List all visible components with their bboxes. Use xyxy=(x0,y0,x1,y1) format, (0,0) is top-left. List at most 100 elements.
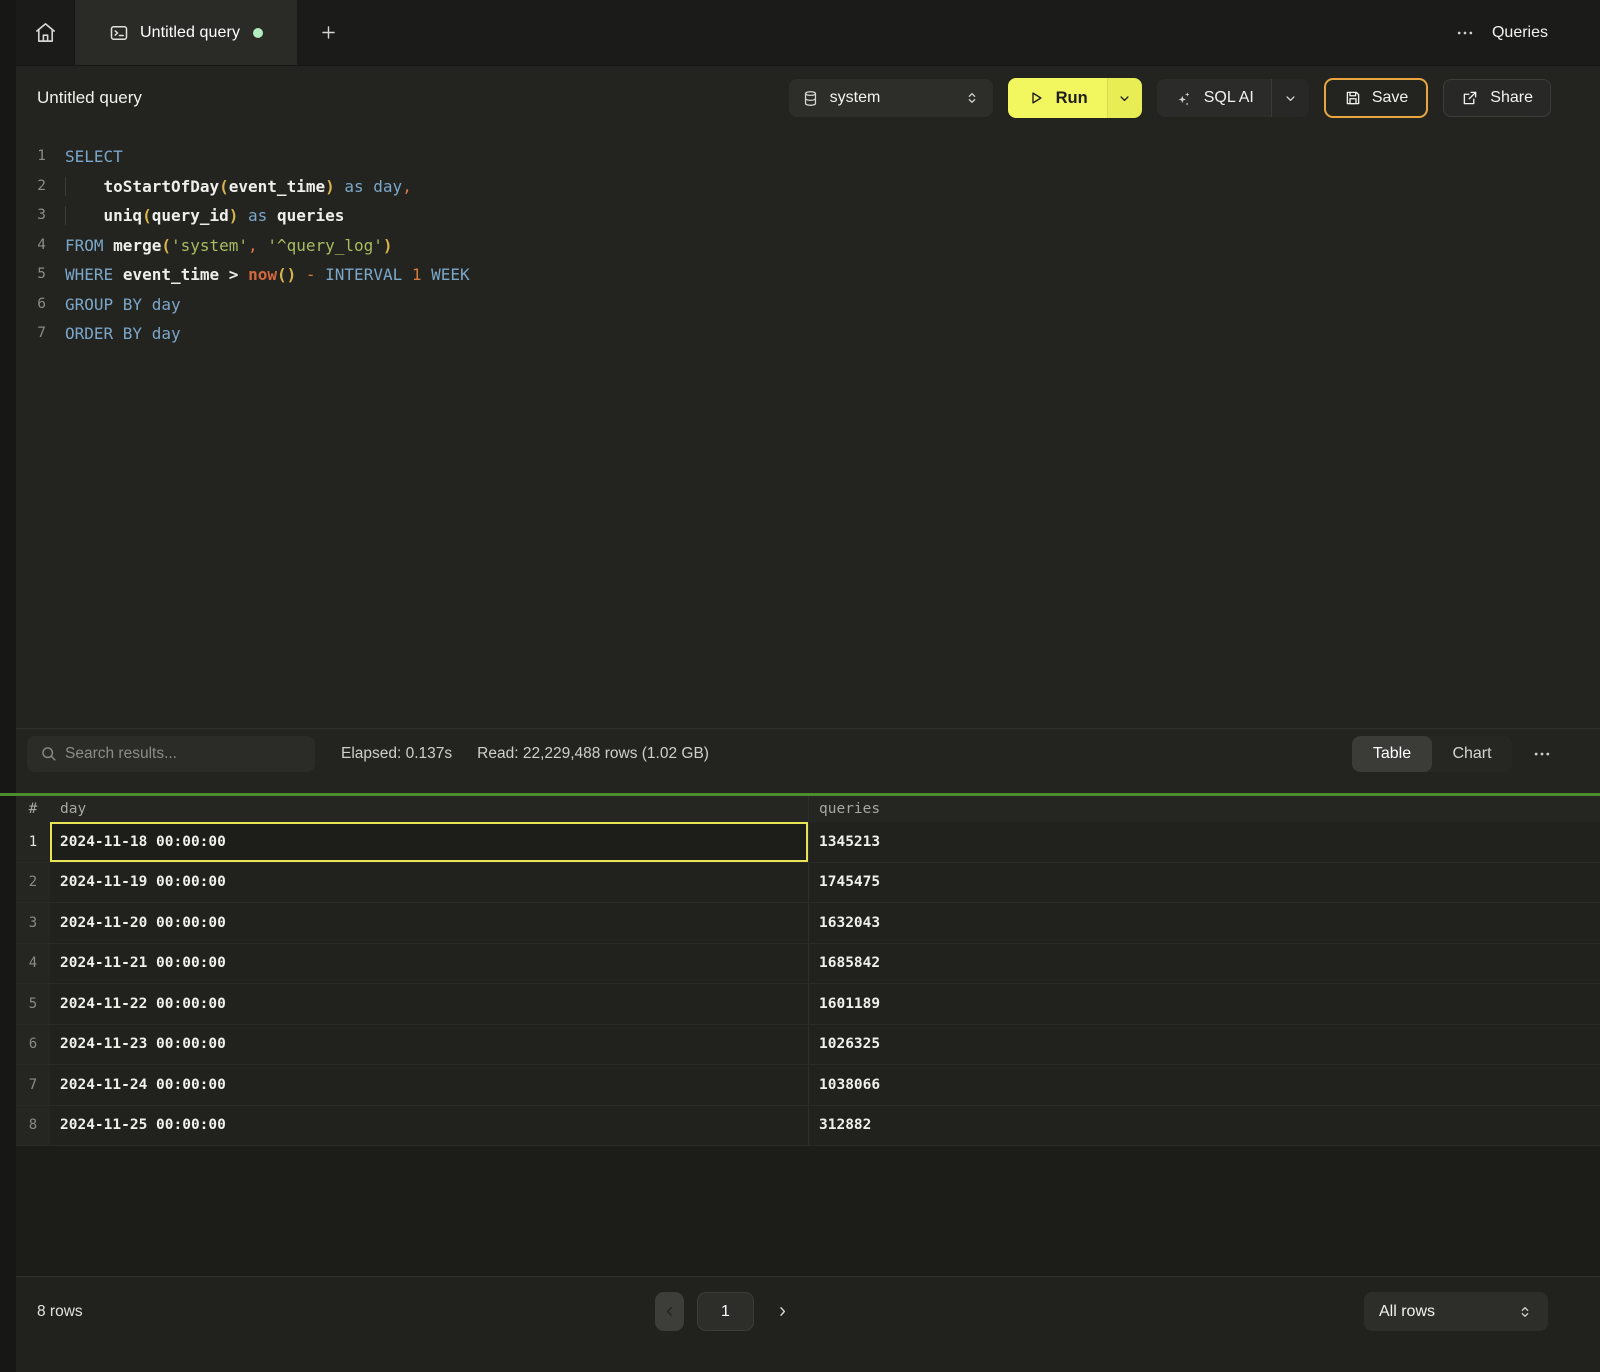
sql-ai-button-group: SQL AI xyxy=(1157,79,1309,117)
code-text: GROUP BY day xyxy=(65,290,181,320)
table-row: 32024-11-20 00:00:001632043 xyxy=(16,903,1600,944)
query-header: Untitled query system Run xyxy=(16,66,1600,130)
line-number: 6 xyxy=(16,290,46,320)
elapsed-time: Elapsed: 0.137s xyxy=(341,745,452,763)
cell-queries[interactable]: 312882 xyxy=(808,1106,1600,1146)
row-number: 4 xyxy=(16,944,50,984)
database-selector-value: system xyxy=(830,89,881,107)
results-footer: 8 rows 1 All rows xyxy=(16,1276,1600,1372)
table-row: 52024-11-22 00:00:001601189 xyxy=(16,984,1600,1025)
tab-untitled-query[interactable]: Untitled query xyxy=(75,0,297,65)
cell-day[interactable]: 2024-11-18 00:00:00 xyxy=(50,822,808,862)
chevron-right-icon xyxy=(775,1304,790,1319)
plus-icon xyxy=(319,23,338,42)
previous-page-button[interactable] xyxy=(655,1292,684,1331)
sql-editor[interactable]: 1SELECT2 toStartOfDay(event_time) as day… xyxy=(16,130,1600,728)
tab-table-view[interactable]: Table xyxy=(1352,736,1432,772)
code-line[interactable]: 4FROM merge('system', '^query_log') xyxy=(16,231,1600,261)
search-results-input[interactable] xyxy=(27,736,315,772)
chevron-down-icon xyxy=(1283,91,1298,106)
cell-day[interactable]: 2024-11-20 00:00:00 xyxy=(50,903,808,943)
results-table-header: # day queries xyxy=(16,796,1600,822)
more-menu-icon[interactable] xyxy=(1455,23,1475,43)
line-number: 5 xyxy=(16,260,46,290)
search-icon xyxy=(39,744,58,763)
new-tab-button[interactable] xyxy=(297,0,359,65)
cell-day[interactable]: 2024-11-19 00:00:00 xyxy=(50,863,808,903)
cell-queries[interactable]: 1601189 xyxy=(808,984,1600,1024)
terminal-icon xyxy=(109,23,129,43)
play-icon xyxy=(1027,89,1045,107)
cell-queries[interactable]: 1745475 xyxy=(808,863,1600,903)
table-rows: 12024-11-18 00:00:00134521322024-11-19 0… xyxy=(16,822,1600,1146)
tab-bar: Untitled query Queries xyxy=(16,0,1600,66)
cell-queries[interactable]: 1345213 xyxy=(808,822,1600,862)
line-number: 7 xyxy=(16,319,46,349)
save-button-label: Save xyxy=(1372,89,1408,107)
code-text: ORDER BY day xyxy=(65,319,181,349)
sql-ai-label: SQL AI xyxy=(1204,89,1254,107)
cell-queries[interactable]: 1026325 xyxy=(808,1025,1600,1065)
left-edge-strip xyxy=(0,0,16,1372)
sql-ai-button[interactable]: SQL AI xyxy=(1157,79,1271,117)
header-controls: system Run xyxy=(789,78,1551,118)
run-button-group: Run xyxy=(1008,78,1142,118)
column-header-queries[interactable]: queries xyxy=(808,796,1600,822)
database-selector[interactable]: system xyxy=(789,79,993,117)
table-row: 22024-11-19 00:00:001745475 xyxy=(16,863,1600,904)
current-page-button[interactable]: 1 xyxy=(697,1292,754,1331)
cell-queries[interactable]: 1632043 xyxy=(808,903,1600,943)
next-page-button[interactable] xyxy=(767,1292,797,1331)
page-size-selector[interactable]: All rows xyxy=(1364,1292,1548,1331)
sql-console: Untitled query Queries Untitled query sy… xyxy=(0,0,1600,1372)
table-row: 72024-11-24 00:00:001038066 xyxy=(16,1065,1600,1106)
search-results-wrap xyxy=(27,736,315,772)
save-icon xyxy=(1344,89,1362,107)
row-number: 8 xyxy=(16,1106,50,1146)
code-line[interactable]: 6 GROUP BY day xyxy=(16,290,1600,320)
run-button-label: Run xyxy=(1056,89,1088,108)
sparkles-icon xyxy=(1174,89,1193,108)
row-number: 2 xyxy=(16,863,50,903)
row-number: 1 xyxy=(16,822,50,862)
rows-read-stat: Read: 22,229,488 rows (1.02 GB) xyxy=(477,745,709,763)
row-count: 8 rows xyxy=(37,1303,83,1321)
code-line[interactable]: 7 ORDER BY day xyxy=(16,319,1600,349)
sql-ai-options-button[interactable] xyxy=(1271,79,1309,117)
code-line[interactable]: 2 toStartOfDay(event_time) as day, xyxy=(16,172,1600,202)
share-button[interactable]: Share xyxy=(1443,79,1551,117)
code-line[interactable]: 5 WHERE event_time > now() - INTERVAL 1 W… xyxy=(16,260,1600,290)
run-button[interactable]: Run xyxy=(1008,78,1107,118)
table-row: 12024-11-18 00:00:001345213 xyxy=(16,822,1600,863)
code-text: uniq(query_id) as queries xyxy=(65,201,344,231)
table-row: 82024-11-25 00:00:00312882 xyxy=(16,1106,1600,1147)
run-options-button[interactable] xyxy=(1107,78,1142,118)
table-row: 62024-11-23 00:00:001026325 xyxy=(16,1025,1600,1066)
cell-day[interactable]: 2024-11-24 00:00:00 xyxy=(50,1065,808,1105)
results-more-menu-icon[interactable] xyxy=(1532,744,1552,764)
queries-link[interactable]: Queries xyxy=(1492,24,1548,42)
column-header-index[interactable]: # xyxy=(16,796,50,822)
cell-day[interactable]: 2024-11-25 00:00:00 xyxy=(50,1106,808,1146)
code-text: WHERE event_time > now() - INTERVAL 1 WE… xyxy=(65,260,470,290)
cell-day[interactable]: 2024-11-23 00:00:00 xyxy=(50,1025,808,1065)
results-empty-area xyxy=(16,1146,1600,1276)
save-button[interactable]: Save xyxy=(1324,78,1428,118)
row-number: 3 xyxy=(16,903,50,943)
cell-queries[interactable]: 1685842 xyxy=(808,944,1600,984)
tab-chart-view[interactable]: Chart xyxy=(1432,736,1512,772)
code-line[interactable]: 3 uniq(query_id) as queries xyxy=(16,201,1600,231)
external-link-icon xyxy=(1461,89,1479,107)
page-title: Untitled query xyxy=(37,88,142,108)
chevron-down-icon xyxy=(1117,91,1132,106)
cell-day[interactable]: 2024-11-22 00:00:00 xyxy=(50,984,808,1024)
cell-day[interactable]: 2024-11-21 00:00:00 xyxy=(50,944,808,984)
code-line[interactable]: 1SELECT xyxy=(16,142,1600,172)
column-header-day[interactable]: day xyxy=(50,796,808,822)
table-row: 42024-11-21 00:00:001685842 xyxy=(16,944,1600,985)
home-button[interactable] xyxy=(16,0,75,65)
cell-queries[interactable]: 1038066 xyxy=(808,1065,1600,1105)
pagination: 1 xyxy=(655,1292,797,1331)
row-number: 6 xyxy=(16,1025,50,1065)
tab-label: Untitled query xyxy=(140,24,240,42)
